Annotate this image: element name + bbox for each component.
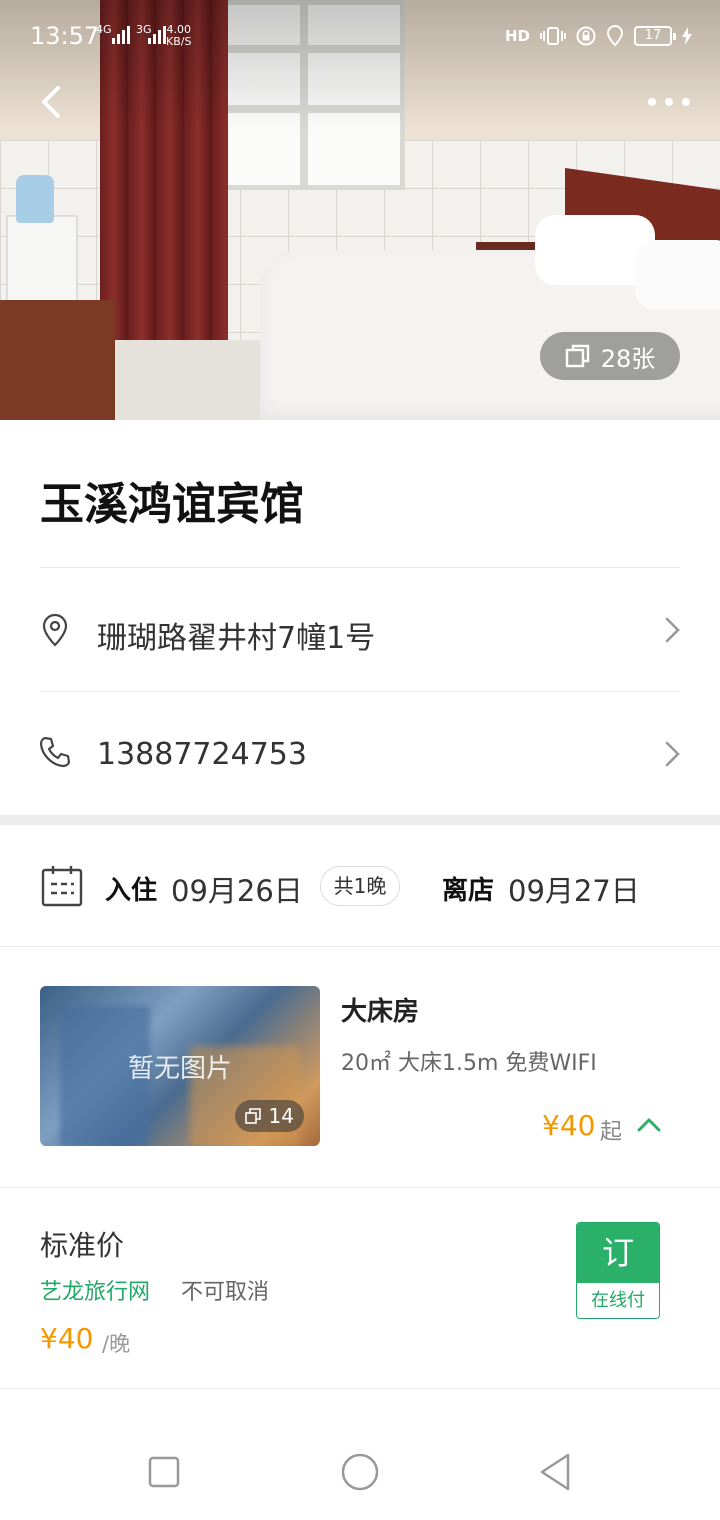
room-price-suffix: 起 bbox=[600, 1120, 623, 1145]
lock-icon bbox=[576, 26, 596, 46]
vibrate-icon bbox=[540, 27, 566, 45]
rate-name: 标准价 bbox=[40, 1229, 125, 1262]
photo-fridge bbox=[6, 215, 78, 310]
checkin-date: 09月26日 bbox=[171, 874, 303, 908]
more-button[interactable] bbox=[644, 82, 694, 122]
system-nav-bar bbox=[0, 1420, 720, 1520]
phone-row[interactable]: 13887724753 bbox=[0, 693, 720, 815]
charging-icon bbox=[682, 27, 692, 45]
hotel-phone: 13887724753 bbox=[97, 737, 307, 772]
location-icon bbox=[606, 25, 624, 47]
nights-badge: 共1晚 bbox=[320, 866, 400, 906]
chevron-right-icon bbox=[665, 617, 680, 643]
rate-plan: 标准价 艺龙旅行网 不可取消 ¥40 /晚 订 在线付 bbox=[0, 1188, 720, 1388]
location-pin-icon bbox=[42, 613, 68, 647]
checkin-label: 入住 bbox=[105, 876, 158, 906]
room-price: ¥40 bbox=[542, 1109, 596, 1142]
chevron-left-icon bbox=[42, 86, 60, 118]
photo-water-bottle bbox=[16, 175, 54, 223]
checkout-date: 09月27日 bbox=[508, 874, 640, 908]
rate-source[interactable]: 艺龙旅行网 bbox=[40, 1274, 150, 1306]
section-separator bbox=[0, 815, 720, 825]
back-nav-icon[interactable] bbox=[534, 1450, 578, 1494]
gallery-icon bbox=[244, 1108, 261, 1124]
status-time: 13:57 bbox=[30, 22, 100, 50]
photo-dresser bbox=[0, 300, 115, 420]
divider bbox=[40, 691, 680, 692]
room-photo-count: 14 bbox=[234, 1100, 304, 1132]
signal-icon bbox=[148, 26, 166, 44]
hotel-address: 珊瑚路翟井村7幢1号 bbox=[97, 621, 376, 656]
hotel-name: 玉溪鸿谊宾馆 bbox=[40, 479, 304, 530]
hd-icon: HD bbox=[504, 27, 530, 45]
photo-count-badge[interactable]: 28张 bbox=[540, 332, 680, 380]
address-row[interactable]: 珊瑚路翟井村7幢1号 bbox=[0, 569, 720, 691]
photo-pillow bbox=[635, 240, 720, 310]
recents-icon[interactable] bbox=[142, 1450, 186, 1494]
network-speed: 4.00 KB/S bbox=[166, 24, 191, 48]
room-card[interactable]: 暂无图片 14 大床房 20㎡ 大床1.5m 免费WIFI ¥40 起 bbox=[0, 947, 720, 1187]
phone-icon bbox=[39, 736, 71, 768]
home-icon[interactable] bbox=[338, 1450, 382, 1494]
checkout-label: 离店 bbox=[442, 876, 495, 906]
status-icons: HD 17 bbox=[505, 25, 692, 47]
gallery-icon bbox=[565, 344, 589, 368]
signal-icon bbox=[112, 26, 130, 44]
rate-price-unit: /晚 bbox=[102, 1332, 131, 1356]
room-photo-count-text: 14 bbox=[268, 1104, 294, 1128]
back-button[interactable] bbox=[30, 80, 74, 124]
pay-online-label: 在线付 bbox=[577, 1283, 659, 1318]
speed-unit: KB/S bbox=[166, 35, 192, 48]
rate-price: ¥40 bbox=[40, 1322, 94, 1355]
cancel-policy: 不可取消 bbox=[181, 1280, 270, 1305]
photo-count-text: 28张 bbox=[600, 344, 656, 373]
status-bar: 13:57 4G 3G 4.00 KB/S HD 17 bbox=[0, 0, 720, 72]
calendar-icon bbox=[41, 866, 83, 907]
room-description: 20㎡ 大床1.5m 免费WIFI bbox=[341, 1051, 597, 1076]
no-image-text: 暂无图片 bbox=[127, 1054, 232, 1084]
stay-dates[interactable]: 入住 09月26日 共1晚 离店 09月27日 bbox=[0, 826, 720, 946]
battery-icon: 17 bbox=[634, 26, 676, 46]
divider bbox=[40, 567, 680, 568]
book-button[interactable]: 订 在线付 bbox=[576, 1222, 660, 1319]
room-thumbnail[interactable]: 暂无图片 14 bbox=[40, 986, 320, 1146]
chevron-up-icon[interactable] bbox=[636, 1115, 662, 1133]
network-type-label: 4G bbox=[96, 23, 112, 36]
more-dots-icon bbox=[648, 98, 690, 106]
divider bbox=[0, 1388, 720, 1389]
book-label: 订 bbox=[577, 1223, 659, 1283]
chevron-right-icon bbox=[665, 741, 680, 767]
room-name: 大床房 bbox=[341, 997, 420, 1027]
